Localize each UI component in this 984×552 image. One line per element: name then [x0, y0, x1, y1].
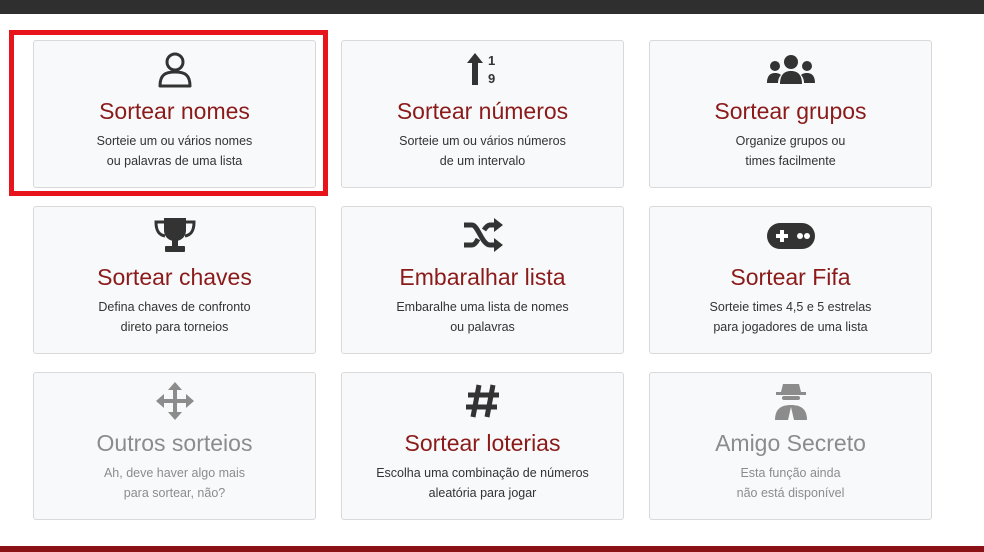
- card-description-line2: para sortear, não?: [123, 486, 226, 500]
- card-description-line2: direto para torneios: [120, 320, 229, 334]
- spy-icon: [650, 381, 931, 421]
- card-description-line1: Organize grupos ou: [735, 134, 846, 148]
- card-title: Sortear chaves: [97, 264, 252, 290]
- card-description: Sorteie times 4,5 e 5 estrelas para joga…: [660, 297, 921, 337]
- card-sortear-loterias[interactable]: Sortear loterias Escolha uma combinação …: [341, 372, 624, 520]
- card-title: Sortear Fifa: [730, 264, 851, 290]
- card-title: Amigo Secreto: [715, 430, 866, 456]
- card-title: Outros sorteios: [96, 430, 253, 456]
- card-description-line1: Sorteie um ou vários números: [399, 134, 566, 148]
- card-description-line1: Escolha uma combinação de números: [376, 466, 589, 480]
- card-description-line1: Ah, deve haver algo mais: [103, 466, 246, 480]
- card-sortear-fifa[interactable]: Sortear Fifa Sorteie times 4,5 e 5 estre…: [649, 206, 932, 354]
- top-bar: [0, 0, 984, 14]
- card-description-line1: Esta função ainda: [740, 466, 841, 480]
- svg-text:9: 9: [488, 71, 495, 86]
- arrows-move-icon: [34, 381, 315, 421]
- card-description-line2: de um intervalo: [439, 154, 526, 168]
- card-title: Sortear grupos: [714, 98, 867, 124]
- card-title: Embaralhar lista: [399, 264, 566, 290]
- card-title: Sortear números: [396, 98, 569, 124]
- card-description-line1: Sorteie times 4,5 e 5 estrelas: [709, 300, 872, 314]
- card-sortear-grupos[interactable]: Sortear grupos Organize grupos ou times …: [649, 40, 932, 188]
- sort-numeric-icon: 1 9: [342, 49, 623, 89]
- card-outros-sorteios[interactable]: Outros sorteios Ah, deve haver algo mais…: [33, 372, 316, 520]
- hashtag-icon: [342, 381, 623, 421]
- bottom-bar: [0, 546, 984, 552]
- card-description: Escolha uma combinação de números aleató…: [352, 463, 613, 503]
- users-icon: [650, 49, 931, 89]
- card-description: Sorteie um ou vários números de um inter…: [352, 131, 613, 171]
- svg-text:1: 1: [488, 53, 495, 68]
- trophy-icon: [34, 215, 315, 255]
- card-title: Sortear loterias: [404, 430, 561, 456]
- card-description-line2: times facilmente: [745, 154, 836, 168]
- card-description-line2: ou palavras: [450, 320, 515, 334]
- card-description-line2: aleatória para jogar: [428, 486, 537, 500]
- card-description-line2: para jogadores de uma lista: [713, 320, 868, 334]
- card-description: Organize grupos ou times facilmente: [660, 131, 921, 171]
- card-description-line1: Embaralhe uma lista de nomes: [396, 300, 569, 314]
- shuffle-icon: [342, 215, 623, 255]
- selection-highlight: [9, 30, 328, 196]
- card-sortear-numeros[interactable]: 1 9 Sortear números Sorteie um ou vários…: [341, 40, 624, 188]
- card-sortear-chaves[interactable]: Sortear chaves Defina chaves de confront…: [33, 206, 316, 354]
- card-embaralhar-lista[interactable]: Embaralhar lista Embaralhe uma lista de …: [341, 206, 624, 354]
- card-description: Esta função ainda não está disponível: [660, 463, 921, 503]
- gamepad-icon: [650, 215, 931, 255]
- card-description-line2: não está disponível: [736, 486, 845, 500]
- card-description-line1: Defina chaves de confronto: [98, 300, 251, 314]
- card-description: Defina chaves de confronto direto para t…: [44, 297, 305, 337]
- card-amigo-secreto[interactable]: Amigo Secreto Esta função ainda não está…: [649, 372, 932, 520]
- card-description: Ah, deve haver algo mais para sortear, n…: [44, 463, 305, 503]
- card-description: Embaralhe uma lista de nomes ou palavras: [352, 297, 613, 337]
